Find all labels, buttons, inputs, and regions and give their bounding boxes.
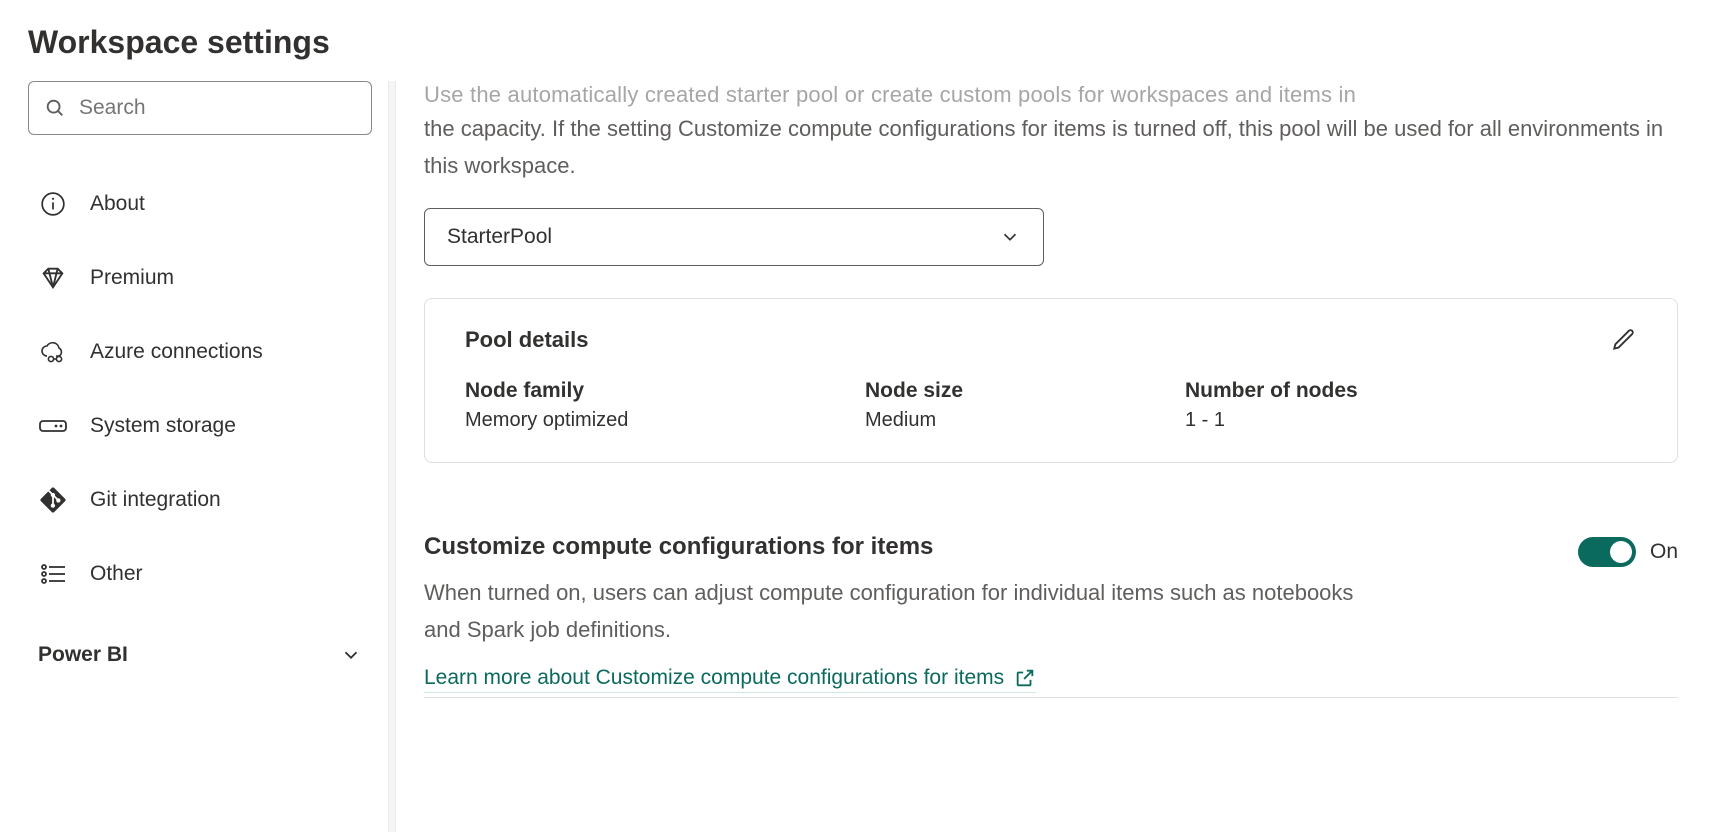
main-content: Use the automatically created starter po… [396, 81, 1710, 832]
pool-details-title: Pool details [465, 327, 588, 353]
section-divider [424, 697, 1678, 698]
customize-compute-toggle-wrap: On [1578, 533, 1678, 567]
search-input[interactable] [28, 81, 372, 135]
customize-compute-setting: Customize compute configurations for ite… [424, 533, 1678, 693]
pool-col-value: Memory optimized [465, 409, 745, 432]
layout: About Premium Azure connections System s… [0, 81, 1710, 832]
sidebar-item-label: Premium [90, 266, 174, 290]
sidebar-item-about[interactable]: About [28, 171, 372, 237]
learn-more-label: Learn more about Customize compute confi… [424, 666, 1004, 690]
sidebar-item-other[interactable]: Other [28, 541, 372, 607]
search-input-wrap [28, 81, 372, 135]
pool-details-card: Pool details Node family Memory optimize… [424, 298, 1678, 463]
info-icon [38, 189, 68, 219]
pool-col-value: 1 - 1 [1185, 409, 1358, 432]
toggle-state-label: On [1650, 540, 1678, 564]
sidebar-item-label: Azure connections [90, 340, 263, 364]
list-icon [38, 559, 68, 589]
pool-details-grid: Node family Memory optimized Node size M… [465, 379, 1637, 432]
pool-select[interactable]: StarterPool [424, 208, 1044, 266]
diamond-icon [38, 263, 68, 293]
customize-compute-toggle[interactable] [1578, 537, 1636, 567]
pool-description-truncated-line: Use the automatically created starter po… [424, 81, 1678, 110]
customize-compute-text: Customize compute configurations for ite… [424, 533, 1538, 693]
sidebar: About Premium Azure connections System s… [0, 81, 388, 832]
sidebar-item-git-integration[interactable]: Git integration [28, 467, 372, 533]
sidebar-item-label: Git integration [90, 488, 221, 512]
chevron-down-icon [999, 226, 1021, 248]
sidebar-item-azure-connections[interactable]: Azure connections [28, 319, 372, 385]
cloud-link-icon [38, 337, 68, 367]
vertical-divider [388, 81, 396, 832]
git-icon [38, 485, 68, 515]
customize-compute-title: Customize compute configurations for ite… [424, 533, 1538, 561]
storage-icon [38, 411, 68, 441]
page-title: Workspace settings [0, 0, 1710, 81]
sidebar-item-premium[interactable]: Premium [28, 245, 372, 311]
pool-col-label: Node size [865, 379, 1065, 403]
customize-compute-learn-more-link[interactable]: Learn more about Customize compute confi… [424, 666, 1036, 693]
sidebar-group-power-bi[interactable]: Power BI [28, 615, 372, 677]
sidebar-item-label: About [90, 192, 145, 216]
sidebar-item-system-storage[interactable]: System storage [28, 393, 372, 459]
pool-col-node-family: Node family Memory optimized [465, 379, 745, 432]
edit-icon[interactable] [1611, 327, 1637, 353]
external-link-icon [1014, 667, 1036, 689]
pool-col-label: Node family [465, 379, 745, 403]
chevron-down-icon [340, 644, 362, 666]
sidebar-item-label: Other [90, 562, 143, 586]
pool-col-node-size: Node size Medium [865, 379, 1065, 432]
pool-select-value: StarterPool [447, 225, 552, 249]
pool-col-number-of-nodes: Number of nodes 1 - 1 [1185, 379, 1358, 432]
pool-description: the capacity. If the setting Customize c… [424, 110, 1678, 185]
sidebar-group-label: Power BI [38, 643, 128, 667]
pool-col-label: Number of nodes [1185, 379, 1358, 403]
sidebar-item-label: System storage [90, 414, 236, 438]
pool-details-header: Pool details [465, 327, 1637, 353]
search-icon [44, 97, 66, 119]
customize-compute-desc: When turned on, users can adjust compute… [424, 575, 1364, 648]
pool-col-value: Medium [865, 409, 1065, 432]
